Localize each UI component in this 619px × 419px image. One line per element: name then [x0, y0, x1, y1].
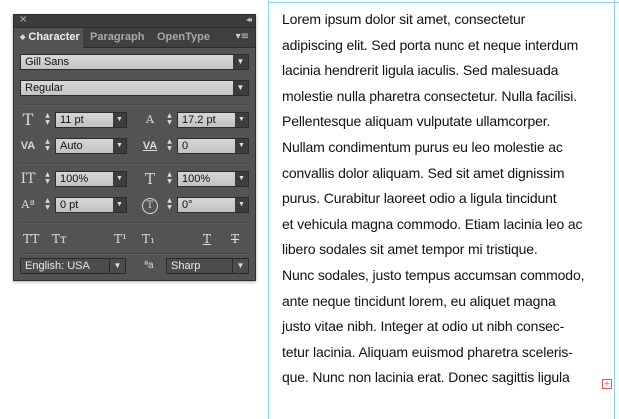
chevron-down-icon[interactable]: ▼ — [235, 172, 248, 186]
font-size-value: 11 pt — [60, 114, 84, 126]
vertical-scale-icon: IT — [20, 171, 36, 187]
tracking-field[interactable]: 0 ▼ — [177, 138, 249, 154]
horizontal-scale-field[interactable]: 100% ▼ — [177, 171, 249, 187]
text-line: justo vitae nibh. Integer at odio ut nib… — [282, 318, 565, 335]
text-line: Lorem ipsum dolor sit amet, consectetur — [282, 11, 526, 27]
chevron-down-icon[interactable]: ▼ — [235, 113, 248, 127]
text-line: molestie nulla pharetra consectetur. Nul… — [282, 87, 577, 104]
chevron-down-icon[interactable]: ▼ — [113, 139, 126, 153]
font-family-dropdown[interactable]: Gill Sans ▼ — [20, 54, 249, 70]
strikethrough-button[interactable]: T — [231, 231, 239, 247]
text-line: adipiscing elit. Sed porta nunc et neque… — [282, 36, 579, 53]
horizontal-scale-icon: T — [144, 170, 155, 188]
tab-opentype[interactable]: OpenType — [151, 28, 216, 47]
chevron-down-icon[interactable]: ▼ — [232, 259, 248, 273]
vertical-scale-stepper[interactable]: ▲ ▼ — [42, 171, 53, 187]
overset-text-icon[interactable]: + — [602, 379, 612, 389]
font-style-dropdown[interactable]: Regular ▼ — [20, 80, 249, 96]
leading-field[interactable]: 17.2 pt ▼ — [177, 112, 249, 128]
font-family-value: Gill Sans — [25, 56, 70, 68]
kerning-icon: VA — [20, 140, 36, 152]
chevron-down-icon[interactable]: ▼ — [235, 198, 248, 212]
leading-stepper[interactable]: ▲ ▼ — [164, 112, 175, 128]
rotation-field[interactable]: 0° ▼ — [177, 197, 249, 213]
underline-button[interactable]: T — [203, 231, 211, 247]
panel-menu-icon[interactable]: ▾≡ — [236, 30, 249, 44]
tracking-value: 0 — [182, 140, 189, 152]
font-size-icon: T — [22, 110, 34, 129]
text-frame-right-edge — [614, 0, 615, 419]
tab-marker-icon: ◆ — [20, 34, 26, 41]
collapse-icon[interactable]: ◂◂ — [246, 14, 252, 26]
text-frame-left-edge — [268, 0, 269, 419]
divider — [20, 104, 249, 106]
tracking-icon: VA — [142, 140, 158, 152]
language-value: English: USA — [25, 260, 90, 272]
close-icon[interactable]: × — [19, 14, 27, 26]
antialiasing-dropdown[interactable]: Sharp ▼ — [166, 258, 249, 274]
chevron-down-icon[interactable]: ▼ — [233, 55, 248, 69]
text-frame[interactable]: Lorem ipsum dolor sit amet, consectetur … — [282, 7, 610, 391]
character-rotation-icon: T — [139, 197, 161, 214]
small-caps-button[interactable]: Tт — [52, 231, 67, 247]
text-line: convallis dolor aliquam. Sed sit amet di… — [282, 164, 565, 181]
antialias-icon: ªa — [144, 260, 154, 271]
subscript-button[interactable]: T₁ — [142, 231, 155, 247]
tab-paragraph[interactable]: Paragraph — [84, 28, 150, 47]
baseline-shift-stepper[interactable]: ▲ ▼ — [42, 197, 53, 213]
kerning-stepper[interactable]: ▲ ▼ — [42, 138, 53, 154]
divider — [20, 222, 249, 224]
antialiasing-value: Sharp — [171, 260, 201, 272]
font-size-field[interactable]: 11 pt ▼ — [55, 112, 127, 128]
tracking-stepper[interactable]: ▲ ▼ — [164, 138, 175, 154]
rotation-stepper[interactable]: ▲ ▼ — [164, 197, 175, 213]
text-line: Nullam condimentum purus eu leo molestie… — [282, 138, 563, 155]
text-line: ante neque tincidunt lorem, eu aliquet m… — [282, 292, 556, 309]
horizontal-scale-stepper[interactable]: ▲ ▼ — [164, 171, 175, 187]
font-size-stepper[interactable]: ▲ ▼ — [42, 112, 53, 128]
text-line: Nunc sodales, justo tempus accumsan comm… — [282, 266, 585, 283]
divider — [20, 163, 249, 165]
text-line: lacinia hendrerit ligula iaculis. Sed ma… — [282, 62, 559, 79]
divider — [20, 253, 249, 255]
horizontal-scale-value: 100% — [182, 173, 211, 185]
vertical-scale-field[interactable]: 100% ▼ — [55, 171, 127, 187]
baseline-shift-icon: Aª — [21, 198, 35, 211]
text-line: que. Nunc non lacinia erat. Donec sagitt… — [282, 369, 570, 386]
text-line: et vehicula magna commodo. Etiam lacinia… — [282, 215, 583, 232]
tab-character[interactable]: ◆ Character — [14, 28, 83, 48]
rotation-value: 0° — [182, 199, 193, 211]
language-dropdown[interactable]: English: USA ▼ — [20, 258, 126, 274]
chevron-down-icon[interactable]: ▼ — [109, 259, 125, 273]
chevron-down-icon[interactable]: ▼ — [113, 198, 126, 212]
kerning-value: Auto — [60, 140, 83, 152]
chevron-down-icon[interactable]: ▼ — [235, 139, 248, 153]
text-line: tetur lacinia. Aliquam euismod pharetra … — [282, 343, 573, 360]
font-style-value: Regular — [25, 82, 64, 94]
chevron-down-icon[interactable]: ▼ — [113, 113, 126, 127]
vertical-scale-value: 100% — [60, 173, 89, 185]
all-caps-button[interactable]: TT — [23, 231, 39, 247]
panel-titlebar[interactable]: × ◂◂ — [14, 14, 255, 28]
panel-tabs: ◆ Character Paragraph OpenType ▾≡ — [14, 28, 255, 48]
baseline-shift-value: 0 pt — [60, 199, 79, 211]
text-line: purus. Curabitur laoreet odio a ligula t… — [282, 190, 557, 207]
text-line: Pellentesque aliquam vulputate ullamcorp… — [282, 113, 551, 130]
leading-value: 17.2 pt — [182, 114, 216, 126]
kerning-field[interactable]: Auto ▼ — [55, 138, 127, 154]
text-frame-top-edge — [268, 2, 619, 3]
leading-icon: A — [146, 113, 154, 126]
text-line: libero sodales sit amet tempor mi tristi… — [282, 241, 538, 258]
chevron-down-icon[interactable]: ▼ — [233, 81, 248, 95]
baseline-shift-field[interactable]: 0 pt ▼ — [55, 197, 127, 213]
superscript-button[interactable]: T¹ — [114, 231, 127, 247]
chevron-down-icon[interactable]: ▼ — [113, 172, 126, 186]
character-panel: × ◂◂ ◆ Character Paragraph OpenType ▾≡ Gi… — [13, 14, 256, 281]
